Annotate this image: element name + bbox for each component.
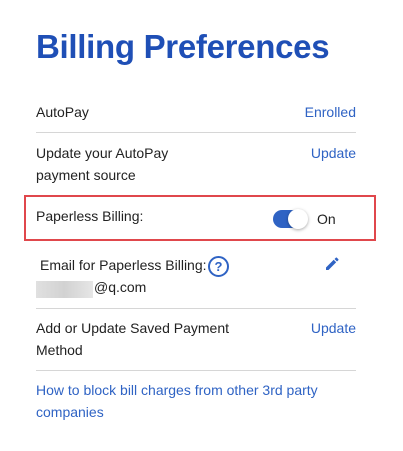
toggle-knob xyxy=(288,209,308,229)
paperless-toggle-state: On xyxy=(317,211,336,227)
divider xyxy=(36,370,356,371)
autopay-enrolled-link[interactable]: Enrolled xyxy=(305,101,356,123)
saved-payment-update-link[interactable]: Update xyxy=(311,317,356,339)
autopay-source-label-line1: Update your AutoPay xyxy=(36,145,169,161)
paperless-email-label: Email for Paperless Billing: xyxy=(40,257,207,273)
pencil-icon[interactable] xyxy=(323,254,341,272)
autopay-source-label-line2: payment source xyxy=(36,167,136,183)
autopay-source-row: Update your AutoPay payment source Updat… xyxy=(36,142,356,186)
paperless-email-row: Email for Paperless Billing: xyxy=(40,254,360,276)
question-circle-icon[interactable]: ? xyxy=(208,256,229,277)
saved-payment-label-line1: Add or Update Saved Payment xyxy=(36,320,230,336)
autopay-label: AutoPay xyxy=(36,104,89,120)
page-title: Billing Preferences xyxy=(36,28,330,65)
paperless-toggle[interactable] xyxy=(273,209,308,229)
saved-payment-label-line2: Method xyxy=(36,342,83,358)
block-bill-charges-link[interactable]: How to block bill charges from other 3rd… xyxy=(36,379,366,423)
autopay-row: AutoPay Enrolled xyxy=(36,101,356,123)
paperless-email-domain: @q.com xyxy=(94,279,147,295)
redacted-email-local-part xyxy=(36,281,93,298)
paperless-row: Paperless Billing: xyxy=(36,205,356,227)
autopay-source-update-link[interactable]: Update xyxy=(311,142,356,164)
divider xyxy=(36,132,356,133)
divider xyxy=(36,308,356,309)
paperless-label: Paperless Billing: xyxy=(36,208,144,224)
saved-payment-row: Add or Update Saved Payment Method Updat… xyxy=(36,317,356,361)
